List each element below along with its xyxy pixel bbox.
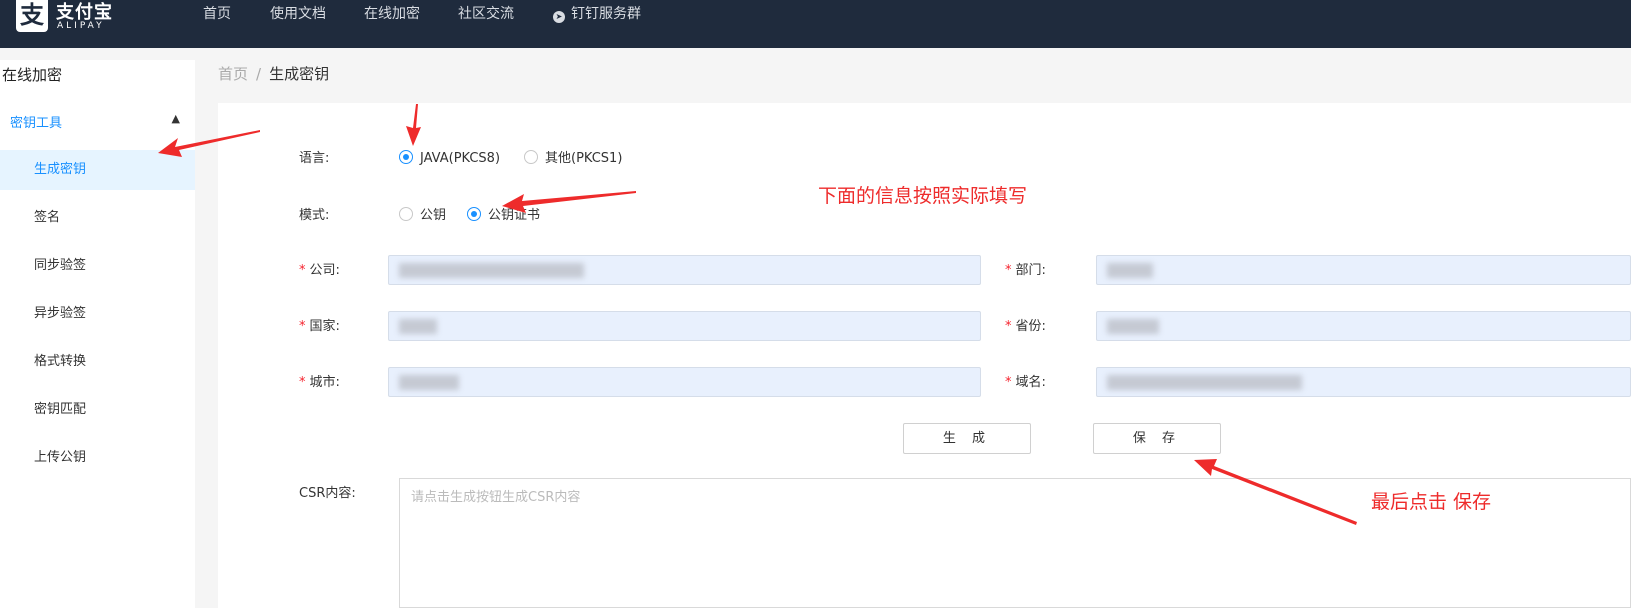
alipay-logo-icon: 支 xyxy=(16,0,48,32)
sidebar-item-upload-pubkey[interactable]: 上传公钥 xyxy=(0,438,195,478)
required-mark: * xyxy=(299,375,306,390)
radio-unchecked-icon xyxy=(524,150,538,164)
language-label: 语言: xyxy=(299,151,330,166)
city-label-text: 城市: xyxy=(309,375,340,390)
radio-checked-icon xyxy=(399,150,413,164)
sidebar-item-key-match[interactable]: 密钥匹配 xyxy=(0,390,195,430)
breadcrumb-home[interactable]: 首页 xyxy=(218,65,248,83)
required-mark: * xyxy=(299,263,306,278)
domain-input[interactable] xyxy=(1096,367,1631,397)
radio-label: JAVA(PKCS8) xyxy=(420,151,501,166)
sidebar-title: 在线加密 xyxy=(2,66,63,84)
province-label: * 省份: xyxy=(1005,317,1046,337)
required-mark: * xyxy=(1005,263,1012,278)
sidebar-item-label: 异步验签 xyxy=(34,306,87,321)
nav-home[interactable]: 首页 xyxy=(203,4,231,24)
sidebar-item-format-convert[interactable]: 格式转换 xyxy=(0,342,195,382)
nav-dingtalk-label: 钉钉服务群 xyxy=(571,6,641,22)
redacted-value xyxy=(399,375,459,390)
country-label-text: 国家: xyxy=(309,319,340,334)
company-input[interactable] xyxy=(388,255,981,285)
province-label-text: 省份: xyxy=(1015,319,1046,334)
breadcrumb-current: 生成密钥 xyxy=(269,65,330,83)
top-navbar: 支 支付宝 ALIPAY 首页 使用文档 在线加密 社区交流 ➤ 钉钉服务群 xyxy=(0,0,1631,48)
required-mark: * xyxy=(1005,319,1012,334)
redacted-value xyxy=(1107,375,1302,390)
department-label-text: 部门: xyxy=(1015,263,1046,278)
nav-community[interactable]: 社区交流 xyxy=(458,4,514,24)
nav-online-encrypt-label: 在线加密 xyxy=(364,6,420,22)
sidebar-item-label: 密钥匹配 xyxy=(34,402,87,417)
sidebar-group-label: 密钥工具 xyxy=(10,116,63,131)
domain-label-text: 域名: xyxy=(1015,375,1046,390)
country-label: * 国家: xyxy=(299,317,340,337)
sidebar-item-label: 上传公钥 xyxy=(34,450,87,465)
sidebar-item-label: 同步验签 xyxy=(34,258,87,273)
nav-community-label: 社区交流 xyxy=(458,6,514,22)
nav-docs[interactable]: 使用文档 xyxy=(270,4,326,24)
csr-placeholder: 请点击生成按钮生成CSR内容 xyxy=(411,490,581,505)
city-input[interactable] xyxy=(388,367,981,397)
redacted-value xyxy=(1107,319,1159,334)
save-button[interactable]: 保 存 xyxy=(1093,423,1221,454)
annotation-fill-note: 下面的信息按照实际填写 xyxy=(818,185,1028,207)
sidebar-item-sync-verify[interactable]: 同步验签 xyxy=(0,246,195,286)
country-input[interactable] xyxy=(388,311,981,341)
radio-checked-icon xyxy=(467,207,481,221)
city-label: * 城市: xyxy=(299,373,340,393)
company-label: * 公司: xyxy=(299,261,340,281)
sidebar-item-label: 签名 xyxy=(34,210,61,225)
sidebar-group-key-tools[interactable]: 密钥工具 ▲ xyxy=(10,112,180,131)
radio-java-pkcs8[interactable]: JAVA(PKCS8) xyxy=(399,149,500,169)
department-input[interactable] xyxy=(1096,255,1631,285)
radio-label: 其他(PKCS1) xyxy=(545,151,623,166)
required-mark: * xyxy=(1005,375,1012,390)
annotation-save-note: 最后点击 保存 xyxy=(1371,491,1492,513)
csr-label: CSR内容: xyxy=(299,486,356,501)
sidebar-item-label: 格式转换 xyxy=(34,354,87,369)
breadcrumb-separator: / xyxy=(256,65,262,83)
sidebar: 在线加密 密钥工具 ▲ 生成密钥 签名 同步验签 异步验签 格式转换 密钥匹配 … xyxy=(0,60,195,608)
nav-docs-label: 使用文档 xyxy=(270,6,326,22)
sidebar-item-label: 生成密钥 xyxy=(34,162,87,177)
sidebar-item-generate-key[interactable]: 生成密钥 xyxy=(0,150,195,190)
nav-home-label: 首页 xyxy=(203,6,231,22)
nav-online-encrypt[interactable]: 在线加密 xyxy=(364,4,420,24)
redacted-value xyxy=(399,319,437,334)
radio-public-key[interactable]: 公钥 xyxy=(399,206,446,226)
radio-other-pkcs1[interactable]: 其他(PKCS1) xyxy=(524,149,622,169)
province-input[interactable] xyxy=(1096,311,1631,341)
radio-public-key-cert[interactable]: 公钥证书 xyxy=(467,206,540,226)
domain-label: * 域名: xyxy=(1005,373,1046,393)
radio-label: 公钥 xyxy=(420,208,447,223)
redacted-value xyxy=(1107,263,1153,278)
logo-text-en: ALIPAY xyxy=(57,21,105,31)
generate-button[interactable]: 生 成 xyxy=(903,423,1031,454)
sidebar-item-async-verify[interactable]: 异步验签 xyxy=(0,294,195,334)
breadcrumb: 首页 / 生成密钥 xyxy=(218,62,329,86)
department-label: * 部门: xyxy=(1005,261,1046,281)
redacted-value xyxy=(399,263,584,278)
required-mark: * xyxy=(299,319,306,334)
mode-label: 模式: xyxy=(299,208,330,223)
company-label-text: 公司: xyxy=(309,263,340,278)
nav-dingtalk-group[interactable]: ➤ 钉钉服务群 xyxy=(553,4,641,24)
dingtalk-icon: ➤ xyxy=(553,11,565,23)
radio-label: 公钥证书 xyxy=(488,208,541,223)
chevron-up-icon: ▲ xyxy=(171,112,180,125)
alipay-logo[interactable]: 支 支付宝 ALIPAY xyxy=(16,0,116,34)
radio-unchecked-icon xyxy=(399,207,413,221)
sidebar-item-sign[interactable]: 签名 xyxy=(0,198,195,238)
